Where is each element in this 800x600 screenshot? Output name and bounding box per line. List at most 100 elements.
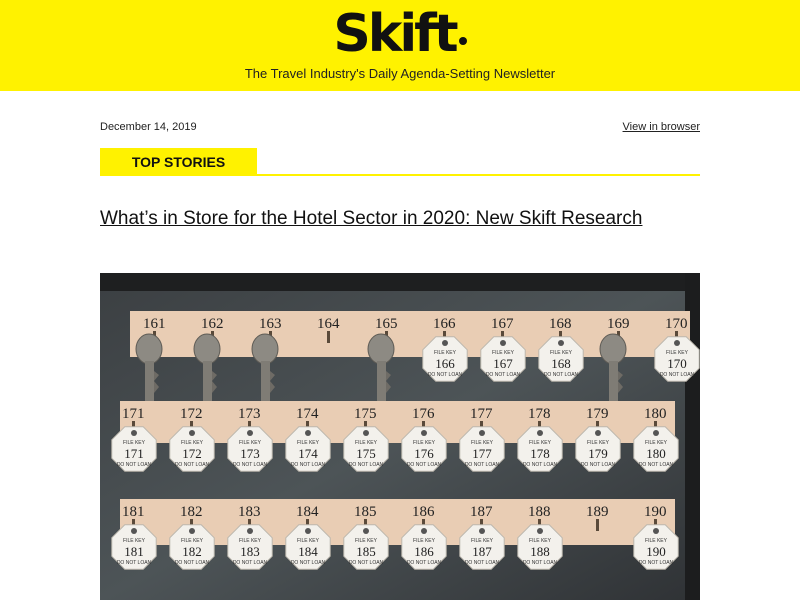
key-slot-number: 168 [549, 316, 572, 332]
tag-number: 181 [124, 544, 144, 559]
tag-hole [247, 430, 253, 436]
tag-hole [363, 528, 369, 534]
key-slot-number: 161 [143, 316, 166, 332]
tag-label-bottom: DO NOT LOAN [291, 462, 326, 468]
key-slot-number: 167 [491, 316, 514, 332]
tag-number: 178 [530, 446, 550, 461]
hero-image-hotel-keys[interactable]: 161 162 163 164 165 166 FILE KEY 166 DO NOT LOAN… [100, 273, 700, 600]
key-slot-number: 176 [412, 406, 435, 422]
tag-hole [653, 528, 659, 534]
key [599, 333, 627, 365]
tag-label-bottom: DO NOT LOAN [175, 560, 210, 566]
tag-label-bottom: DO NOT LOAN [486, 372, 521, 378]
key-slot-number: 187 [470, 504, 493, 520]
tag-label-bottom: DO NOT LOAN [175, 462, 210, 468]
header-tagline: The Travel Industry's Daily Agenda-Setti… [244, 66, 556, 81]
tag-number: 170 [667, 356, 687, 371]
tag-hole [479, 430, 485, 436]
tag-hole [595, 430, 601, 436]
tag-label-bottom: DO NOT LOAN [639, 462, 674, 468]
tag-label-bottom: DO NOT LOAN [117, 560, 152, 566]
tag-hole [305, 528, 311, 534]
tag-number: 167 [493, 356, 513, 371]
tag-number: 180 [646, 446, 666, 461]
key-slot-number: 175 [354, 406, 377, 422]
key-slot-number: 180 [644, 406, 667, 422]
tag-label-bottom: DO NOT LOAN [428, 372, 463, 378]
tag-hole [674, 340, 680, 346]
key-slot-number: 170 [665, 316, 688, 332]
key [135, 333, 163, 365]
story-headline-link[interactable]: What’s in Store for the Hotel Sector in … [100, 207, 700, 231]
key-slot-number: 184 [296, 504, 319, 520]
logo-text: Skift [333, 4, 458, 64]
tag-number: 174 [298, 446, 318, 461]
hook [327, 331, 330, 343]
key-slot-number: 185 [354, 504, 377, 520]
newsletter-header: Skift The Travel Industry's Daily Agenda… [0, 0, 800, 91]
tag-label-bottom: DO NOT LOAN [544, 372, 579, 378]
key-slot-number: 181 [122, 504, 145, 520]
key-slot-number: 165 [375, 316, 398, 332]
tag-hole [479, 528, 485, 534]
key-slot-number: 190 [644, 504, 667, 520]
key-slot-number: 171 [122, 406, 145, 422]
key-slot-number: 178 [528, 406, 551, 422]
tag-label-bottom: DO NOT LOAN [660, 372, 695, 378]
skift-logo[interactable]: Skift [0, 4, 800, 64]
issue-date: December 14, 2019 [100, 121, 197, 133]
tag-hole [131, 528, 137, 534]
tag-number: 172 [182, 446, 202, 461]
key-slot-number: 166 [433, 316, 456, 332]
tag-number: 190 [646, 544, 666, 559]
key-slot-number: 177 [470, 406, 493, 422]
tag-label-bottom: DO NOT LOAN [523, 560, 558, 566]
key-slot-number: 164 [317, 316, 340, 332]
tag-label-bottom: DO NOT LOAN [407, 560, 442, 566]
tag-number: 175 [356, 446, 376, 461]
tag-label-bottom: DO NOT LOAN [407, 462, 442, 468]
tag-label-bottom: DO NOT LOAN [117, 462, 152, 468]
tag-hole [189, 528, 195, 534]
tag-hole [442, 340, 448, 346]
tag-number: 188 [530, 544, 550, 559]
tag-hole [305, 430, 311, 436]
tag-label-bottom: DO NOT LOAN [465, 560, 500, 566]
tag-number: 173 [240, 446, 260, 461]
tag-label-bottom: DO NOT LOAN [291, 560, 326, 566]
tag-hole [363, 430, 369, 436]
key-slot-number: 163 [259, 316, 282, 332]
tag-number: 179 [588, 446, 608, 461]
key-slot-number: 179 [586, 406, 609, 422]
tag-label-bottom: DO NOT LOAN [581, 462, 616, 468]
key-slot-number: 162 [201, 316, 224, 332]
tag-number: 166 [435, 356, 455, 371]
tag-number: 185 [356, 544, 376, 559]
tag-label-bottom: DO NOT LOAN [523, 462, 558, 468]
key-slot-number: 189 [586, 504, 609, 520]
key-slot-number: 169 [607, 316, 630, 332]
key-slot-number: 173 [238, 406, 261, 422]
tag-label-bottom: DO NOT LOAN [349, 462, 384, 468]
key-slot-number: 188 [528, 504, 551, 520]
key [367, 333, 395, 365]
tag-hole [537, 528, 543, 534]
key-slot-number: 174 [296, 406, 319, 422]
tag-hole [558, 340, 564, 346]
tag-number: 182 [182, 544, 202, 559]
tag-label-bottom: DO NOT LOAN [465, 462, 500, 468]
tag-hole [189, 430, 195, 436]
tag-number: 177 [472, 446, 492, 461]
tag-hole [537, 430, 543, 436]
section-label-top-stories: TOP STORIES [100, 148, 257, 176]
tag-label-bottom: DO NOT LOAN [233, 560, 268, 566]
tag-label-bottom: DO NOT LOAN [639, 560, 674, 566]
tag-number: 184 [298, 544, 318, 559]
tag-number: 176 [414, 446, 434, 461]
tag-hole [131, 430, 137, 436]
tag-hole [247, 528, 253, 534]
tag-number: 183 [240, 544, 260, 559]
tag-number: 168 [551, 356, 571, 371]
view-in-browser-link[interactable]: View in browser [623, 121, 700, 133]
tag-label-bottom: DO NOT LOAN [233, 462, 268, 468]
